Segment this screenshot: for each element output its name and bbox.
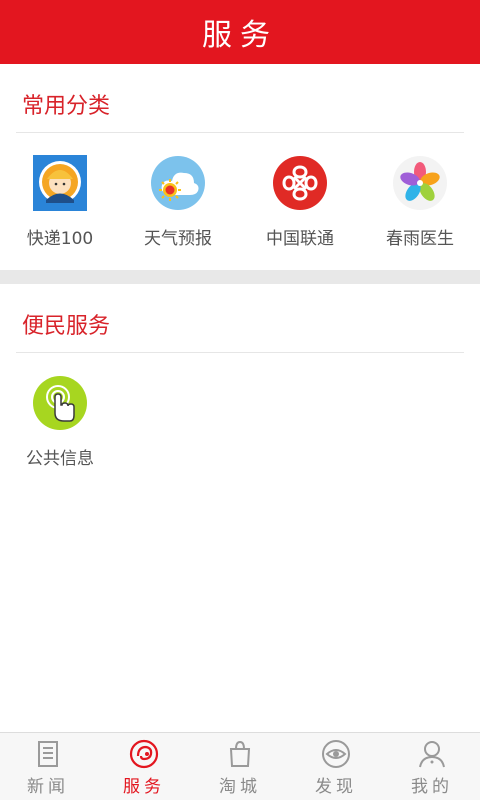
tab-label: 服务 (123, 777, 165, 797)
courier-person-icon (31, 154, 89, 212)
tab-label: 淘城 (219, 777, 261, 797)
shopping-bag-icon (229, 740, 251, 767)
grid-item-chunyu[interactable]: 春雨医生 (360, 154, 480, 264)
header-bar: 服务 (0, 0, 480, 64)
bottom-tab-bar: 新闻 服务 淘城 发现 我的 (0, 732, 480, 800)
chunyu-flower-icon (391, 154, 449, 212)
tab-mine[interactable]: 我的 (384, 733, 480, 800)
grid-item-courier[interactable]: 快递100 (0, 154, 120, 264)
tab-label: 我的 (411, 777, 453, 797)
item-label: 天气预报 (144, 229, 212, 249)
user-icon (419, 741, 445, 768)
tab-shop[interactable]: 淘城 (192, 733, 288, 800)
newspaper-icon (38, 741, 58, 767)
item-label: 中国联通 (266, 229, 334, 249)
tab-label: 发现 (315, 777, 357, 797)
grid-item-unicom[interactable]: 中国联通 (240, 154, 360, 264)
service-swirl-icon (129, 739, 159, 769)
section-separator (0, 270, 480, 284)
section-divider (16, 132, 464, 133)
item-label: 公共信息 (26, 449, 94, 469)
grid-item-weather[interactable]: 天气预报 (118, 154, 238, 264)
section-title: 常用分类 (22, 94, 111, 119)
china-unicom-logo-icon (271, 154, 329, 212)
item-label: 快递100 (26, 229, 94, 249)
section-common-categories: 常用分类 快递100 天气预报 中国联通 春雨医生 (0, 64, 480, 270)
eye-icon (322, 740, 350, 768)
grid-item-public-info[interactable]: 公共信息 (0, 374, 120, 484)
weather-sun-cloud-icon (149, 154, 207, 212)
page-title: 服务 (202, 18, 278, 53)
section-convenience-services: 便民服务 公共信息 (0, 284, 480, 484)
section-divider (16, 352, 464, 353)
tab-news[interactable]: 新闻 (0, 733, 96, 800)
tab-label: 新闻 (27, 777, 69, 797)
tap-finger-icon (31, 374, 89, 432)
tab-service[interactable]: 服务 (96, 733, 192, 800)
item-label: 春雨医生 (386, 229, 454, 249)
section-title: 便民服务 (22, 314, 111, 339)
tab-discover[interactable]: 发现 (288, 733, 384, 800)
